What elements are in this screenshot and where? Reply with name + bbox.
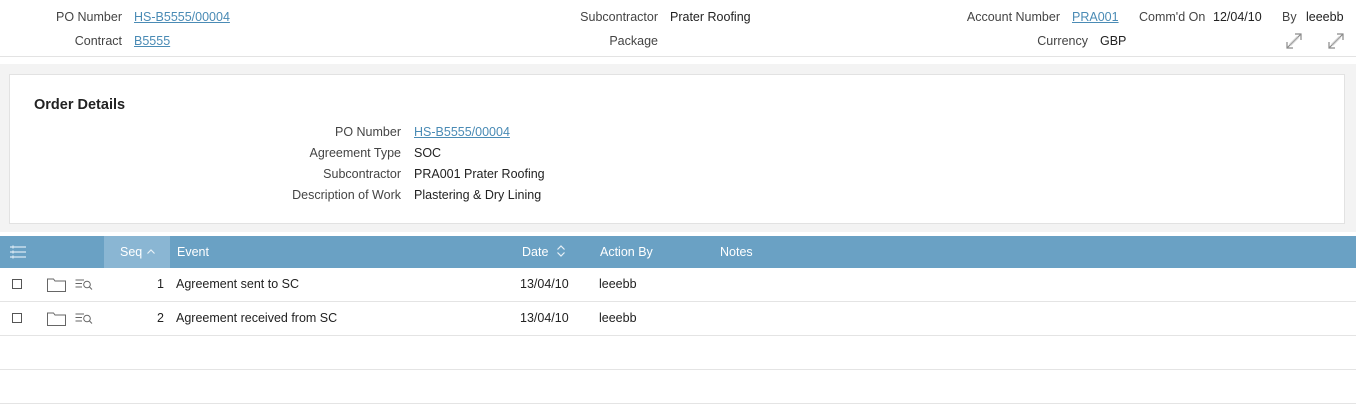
column-header-date[interactable]: Date xyxy=(522,236,565,268)
by-value: leeebb xyxy=(1306,10,1344,24)
subcontractor-value: Prater Roofing xyxy=(670,10,751,24)
row-date: 13/04/10 xyxy=(520,311,569,325)
row-seq: 2 xyxy=(157,311,164,325)
row-event: Agreement received from SC xyxy=(176,311,338,325)
currency-value: GBP xyxy=(1100,34,1127,48)
detail-subcontractor: PRA001 Prater Roofing xyxy=(414,167,545,181)
column-header-notes[interactable]: Notes xyxy=(720,236,753,268)
currency-label: Currency xyxy=(1037,34,1088,48)
account-number-label: Account Number xyxy=(966,10,1060,24)
package-label: Package xyxy=(609,34,658,48)
account-number-link[interactable]: PRA001 xyxy=(1072,10,1119,24)
folder-icon[interactable] xyxy=(47,277,66,295)
detail-label: Description of Work xyxy=(292,188,401,202)
column-menu-icon[interactable] xyxy=(9,245,27,259)
column-header-seq[interactable]: Seq xyxy=(104,236,170,268)
contract-link[interactable]: B5555 xyxy=(134,34,170,48)
table-row[interactable]: 1 Agreement sent to SC 13/04/10 leeebb xyxy=(0,268,1356,302)
row-checkbox[interactable] xyxy=(12,313,22,323)
detail-label: PO Number xyxy=(335,125,401,139)
row-action-by: leeebb xyxy=(599,277,637,291)
empty-row xyxy=(0,370,1356,404)
view-details-icon[interactable] xyxy=(75,277,93,295)
contract-label: Contract xyxy=(74,34,122,48)
detail-label: Subcontractor xyxy=(323,167,401,181)
commd-on-value: 12/04/10 xyxy=(1213,10,1262,24)
row-checkbox[interactable] xyxy=(12,279,22,289)
row-action-by: leeebb xyxy=(599,311,637,325)
order-details-panel: Order Details PO Number HS-B5555/00004 A… xyxy=(9,74,1345,224)
column-header-action-by[interactable]: Action By xyxy=(600,236,653,268)
view-details-icon[interactable] xyxy=(75,311,93,329)
row-event: Agreement sent to SC xyxy=(176,277,299,291)
subcontractor-label: Subcontractor xyxy=(580,10,658,24)
commd-on-label: Comm'd On xyxy=(1139,10,1206,24)
detail-po-number-link[interactable]: HS-B5555/00004 xyxy=(414,125,510,139)
column-header-event[interactable]: Event xyxy=(177,236,209,268)
po-number-label: PO Number xyxy=(56,10,122,24)
order-details-title: Order Details xyxy=(34,97,126,113)
expand-icon[interactable] xyxy=(1325,30,1347,52)
expand-icon[interactable] xyxy=(1283,30,1305,52)
grid-header: Seq Event Date Action By Notes xyxy=(0,236,1356,268)
order-details-section: Order Details PO Number HS-B5555/00004 A… xyxy=(0,64,1356,232)
row-seq: 1 xyxy=(157,277,164,291)
detail-description-of-work: Plastering & Dry Lining xyxy=(414,188,542,202)
row-date: 13/04/10 xyxy=(520,277,569,291)
table-row[interactable]: 2 Agreement received from SC 13/04/10 le… xyxy=(0,302,1356,336)
column-header-label: Date xyxy=(522,245,549,259)
column-header-label: Seq xyxy=(120,245,143,259)
record-header: PO Number HS-B5555/00004 Contract B5555 … xyxy=(0,0,1356,57)
by-label: By xyxy=(1282,10,1297,24)
detail-label: Agreement Type xyxy=(309,146,402,160)
folder-icon[interactable] xyxy=(47,311,66,329)
po-number-link[interactable]: HS-B5555/00004 xyxy=(134,10,230,24)
empty-row xyxy=(0,336,1356,370)
detail-agreement-type: SOC xyxy=(414,146,442,160)
